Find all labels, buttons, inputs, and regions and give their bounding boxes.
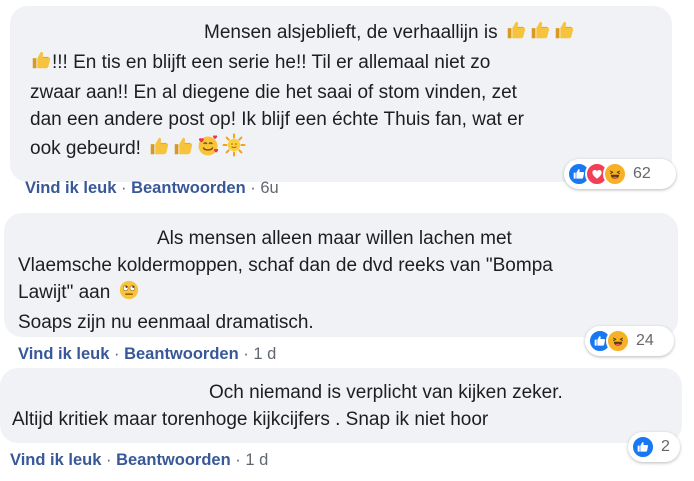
comment-text: Lawijt" aan xyxy=(18,282,111,303)
thumbs-up-emoji-icon xyxy=(30,49,52,79)
thumbs-up-emoji-icon xyxy=(148,135,170,165)
separator: · xyxy=(243,345,249,363)
thumbs-up-emoji-icon xyxy=(172,135,194,165)
smiling-face-with-hearts-icon xyxy=(196,133,220,165)
comment-text: Als mensen alleen maar willen lachen met xyxy=(157,228,512,249)
haha-icon xyxy=(606,329,630,353)
comment-bubble: Mensen alsjeblieft, de verhaallijn is !!… xyxy=(10,6,672,182)
thumbs-up-emoji-icon xyxy=(505,19,527,49)
comment-text-line: Mensen alsjeblieft, de verhaallijn is xyxy=(30,19,672,49)
reaction-count: 24 xyxy=(636,332,654,349)
sun-emoji-icon xyxy=(222,133,246,165)
comment-text: Vlaemsche koldermoppen, schaf dan de dvd… xyxy=(18,255,553,276)
comment-text: Altijd kritiek maar torenhoge kijkcijfer… xyxy=(12,409,489,430)
like-link[interactable]: Vind ik leuk xyxy=(25,179,116,197)
reply-link[interactable]: Beantwoorden xyxy=(124,345,239,363)
comment-actions: Vind ik leuk · Beantwoorden · 1 d xyxy=(10,451,268,470)
comment-bubble: Als mensen alleen maar willen lachen met… xyxy=(4,213,678,337)
separator: · xyxy=(106,451,112,469)
separator: · xyxy=(121,179,127,197)
comment-text-line: !!! En tis en blijft een serie he!! Til … xyxy=(30,49,672,79)
separator: · xyxy=(114,345,120,363)
thumbs-up-emoji-icon xyxy=(553,19,575,49)
separator: · xyxy=(250,179,256,197)
comment-text-line: Lawijt" aan xyxy=(18,279,678,309)
comment-text: zwaar aan!! En al diegene die het saai o… xyxy=(30,82,517,103)
comment-text: Mensen alsjeblieft, de verhaallijn is xyxy=(204,22,498,43)
reaction-count: 62 xyxy=(633,165,651,182)
comment-text: Och niemand is verplicht van kijken zeke… xyxy=(209,382,563,403)
reply-link[interactable]: Beantwoorden xyxy=(116,451,231,469)
reaction-summary[interactable]: 2 xyxy=(628,432,680,462)
comment-text: !!! En tis en blijft een serie he!! Til … xyxy=(52,52,491,73)
reply-link[interactable]: Beantwoorden xyxy=(131,179,246,197)
comment-text: ook gebeurd! xyxy=(30,138,141,159)
comment-bubble: Och niemand is verplicht van kijken zeke… xyxy=(0,368,682,443)
comment-timestamp[interactable]: 6u xyxy=(260,179,278,197)
like-link[interactable]: Vind ik leuk xyxy=(10,451,101,469)
like-link[interactable]: Vind ik leuk xyxy=(18,345,109,363)
comment-actions: Vind ik leuk · Beantwoorden · 1 d xyxy=(18,345,276,364)
comment-text: Soaps zijn nu eenmaal dramatisch. xyxy=(18,312,314,333)
reaction-count: 2 xyxy=(661,438,670,455)
like-icon xyxy=(631,435,655,459)
comment-timestamp[interactable]: 1 d xyxy=(245,451,268,469)
thumbs-up-emoji-icon xyxy=(529,19,551,49)
comment-text: dan een andere post op! Ik blijf een éch… xyxy=(30,109,524,130)
separator: · xyxy=(235,451,241,469)
rolling-eyes-emoji-icon xyxy=(118,279,140,309)
reaction-summary[interactable]: 24 xyxy=(585,326,674,356)
reaction-summary[interactable]: 62 xyxy=(564,159,676,189)
comment-actions: Vind ik leuk · Beantwoorden · 6u xyxy=(25,179,279,198)
haha-icon xyxy=(603,162,627,186)
comment-timestamp[interactable]: 1 d xyxy=(253,345,276,363)
